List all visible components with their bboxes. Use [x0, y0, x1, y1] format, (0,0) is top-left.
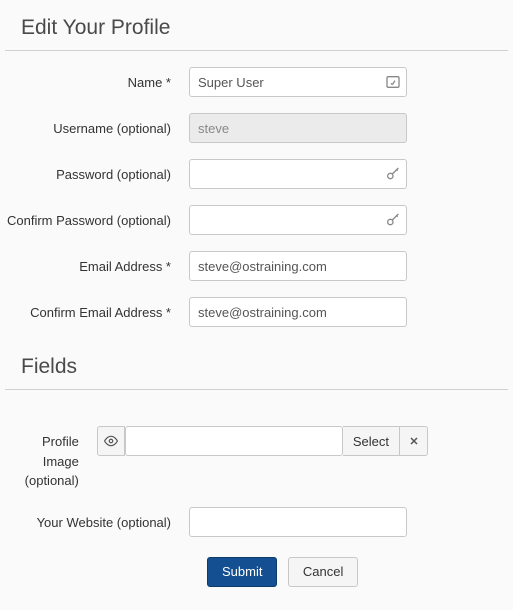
website-input[interactable]	[189, 507, 407, 537]
confirm-email-input[interactable]	[189, 297, 407, 327]
label-name: Name *	[5, 67, 189, 93]
eye-icon	[104, 434, 118, 448]
row-username: Username (optional)	[5, 113, 508, 143]
close-icon	[408, 435, 420, 447]
section-title-profile: Edit Your Profile	[5, 10, 508, 51]
password-input[interactable]	[189, 159, 407, 189]
row-password: Password (optional)	[5, 159, 508, 189]
select-image-button[interactable]: Select	[343, 426, 400, 456]
username-input	[189, 113, 407, 143]
preview-button[interactable]	[97, 426, 125, 456]
label-profile-image: Profile Image (optional)	[5, 426, 97, 491]
button-row: Submit Cancel	[5, 557, 508, 587]
row-profile-image: Profile Image (optional) Select	[5, 426, 508, 491]
label-email: Email Address *	[5, 251, 189, 277]
label-confirm-email: Confirm Email Address *	[5, 297, 189, 323]
label-website: Your Website (optional)	[5, 507, 189, 533]
label-password: Password (optional)	[5, 159, 189, 185]
email-input[interactable]	[189, 251, 407, 281]
label-confirm-password: Confirm Password (optional)	[5, 205, 189, 231]
profile-image-input	[125, 426, 343, 456]
row-confirm-email: Confirm Email Address *	[5, 297, 508, 327]
label-username: Username (optional)	[5, 113, 189, 139]
section-title-fields: Fields	[5, 349, 508, 390]
row-email: Email Address *	[5, 251, 508, 281]
submit-button[interactable]: Submit	[207, 557, 277, 587]
confirm-password-input[interactable]	[189, 205, 407, 235]
row-name: Name *	[5, 67, 508, 97]
row-confirm-password: Confirm Password (optional)	[5, 205, 508, 235]
cancel-button[interactable]: Cancel	[288, 557, 358, 587]
clear-image-button[interactable]	[400, 426, 428, 456]
row-website: Your Website (optional)	[5, 507, 508, 537]
media-picker: Select	[97, 426, 428, 456]
name-input[interactable]	[189, 67, 407, 97]
